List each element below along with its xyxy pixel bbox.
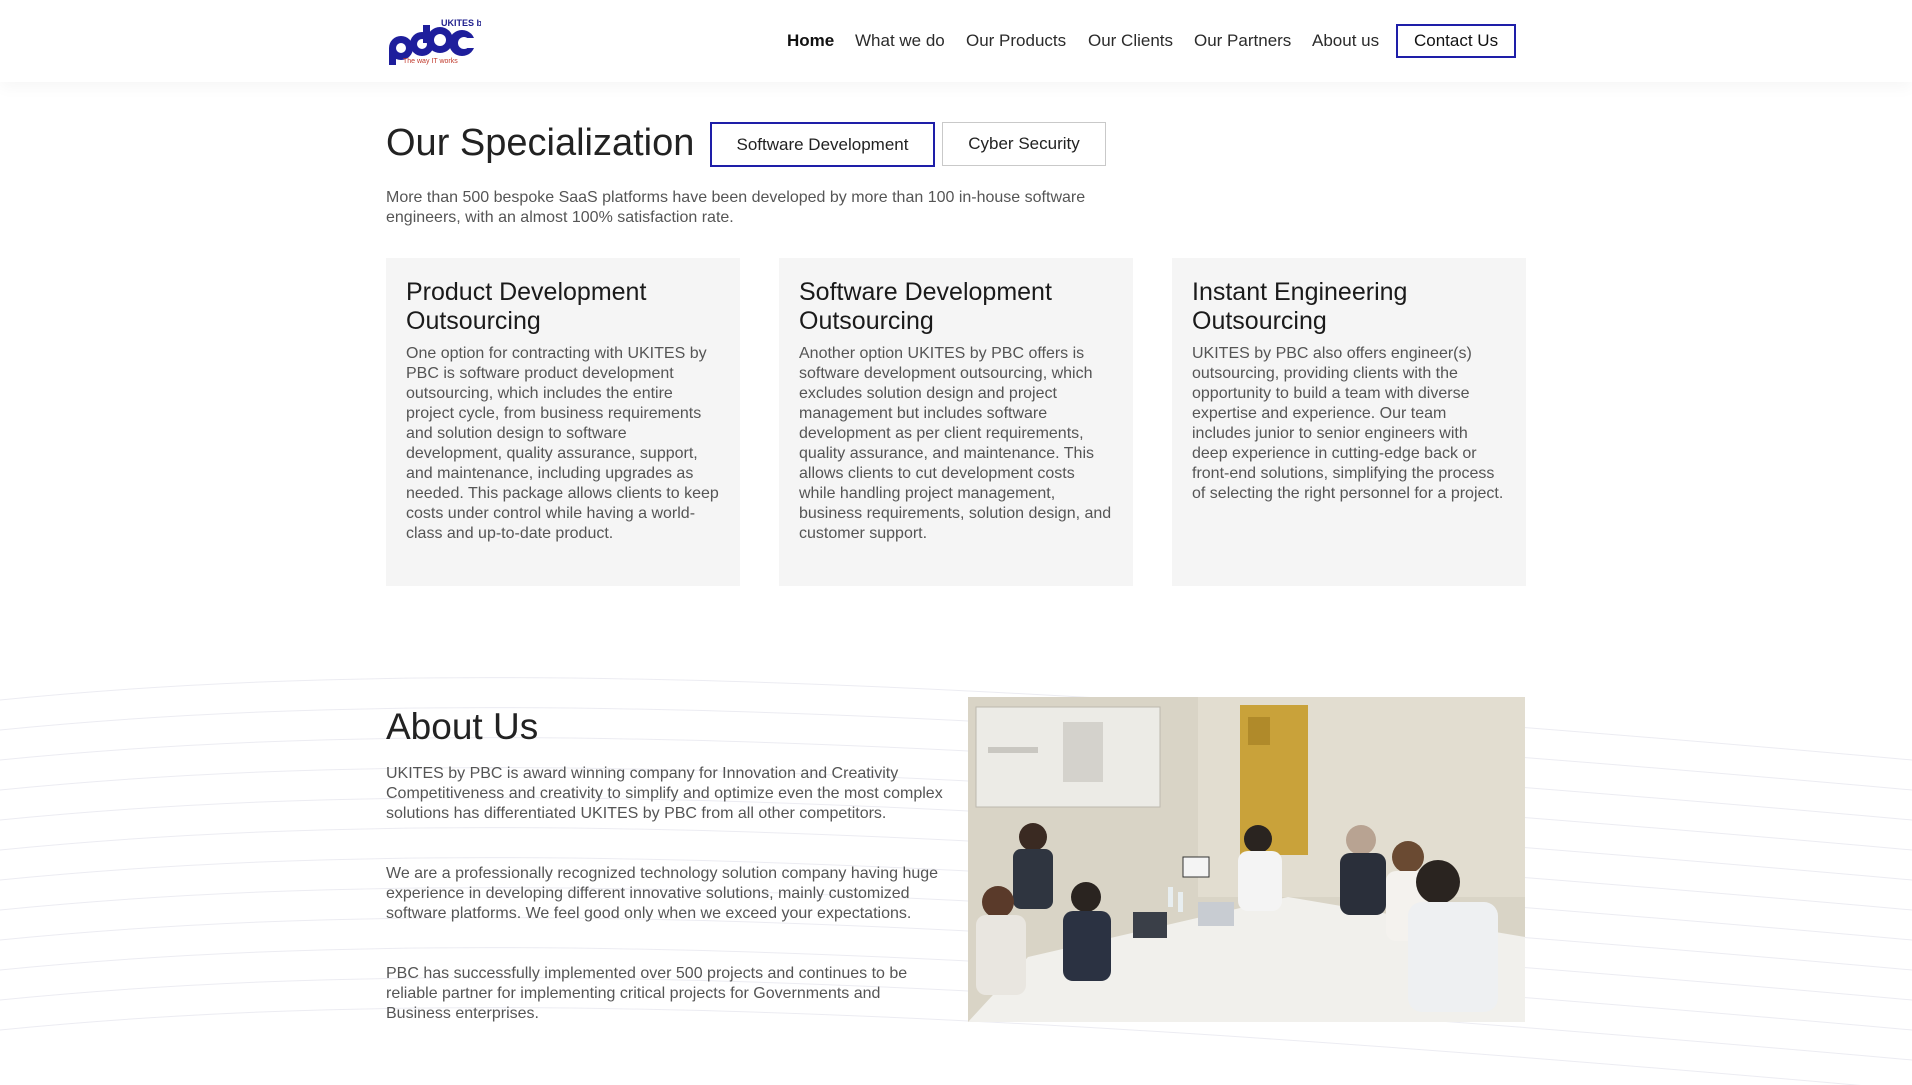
- tab-cyber-security[interactable]: Cyber Security: [942, 122, 1106, 166]
- specialization-description: More than 500 bespoke SaaS platforms hav…: [386, 189, 1086, 226]
- tab-software-development[interactable]: Software Development: [710, 122, 935, 167]
- nav-about-us[interactable]: About us: [1312, 24, 1379, 58]
- card-product-development: Product Development Outsourcing One opti…: [386, 258, 740, 586]
- site-header: UKITES by The way IT works pbc Home What…: [0, 0, 1912, 82]
- card-instant-engineering: Instant Engineering Outsourcing UKITES b…: [1172, 258, 1526, 586]
- nav-home[interactable]: Home: [787, 24, 834, 58]
- nav-our-products[interactable]: Our Products: [966, 24, 1066, 58]
- nav-what-we-do[interactable]: What we do: [855, 24, 945, 58]
- card-software-development: Software Development Outsourcing Another…: [779, 258, 1133, 586]
- team-meeting-photo: [968, 697, 1525, 1022]
- card-title: Software Development Outsourcing: [799, 278, 1052, 335]
- logo-tagline: The way IT works: [403, 58, 458, 65]
- about-paragraph-1: UKITES by PBC is award winning company f…: [386, 765, 943, 822]
- card-title: Instant Engineering Outsourcing: [1192, 278, 1408, 335]
- main-nav: Home What we do Our Products Our Clients…: [0, 24, 1912, 58]
- about-paragraph-2: We are a professionally recognized techn…: [386, 865, 939, 922]
- card-text: UKITES by PBC also offers engineer(s) ou…: [1192, 345, 1504, 502]
- card-text: Another option UKITES by PBC offers is s…: [799, 345, 1112, 542]
- contact-us-button[interactable]: Contact Us: [1396, 24, 1517, 58]
- specialization-title: Our Specialization: [386, 122, 695, 164]
- about-paragraph-3: PBC has successfully implemented over 50…: [386, 965, 908, 1022]
- about-background-waves: [0, 677, 1912, 1085]
- about-title: About Us: [386, 706, 539, 747]
- card-text: One option for contracting with UKITES b…: [406, 345, 719, 542]
- nav-our-partners[interactable]: Our Partners: [1194, 24, 1291, 58]
- nav-our-clients[interactable]: Our Clients: [1088, 24, 1173, 58]
- card-title: Product Development Outsourcing: [406, 278, 647, 335]
